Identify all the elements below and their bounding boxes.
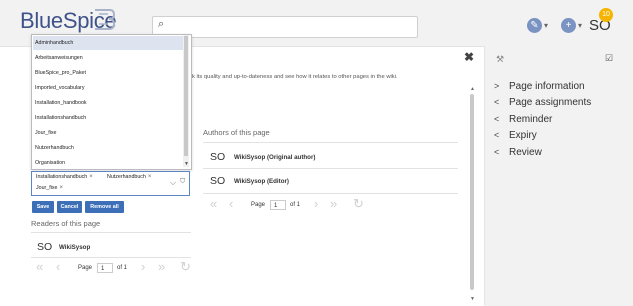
bluespice-logo-mark-icon bbox=[95, 9, 116, 30]
list-item[interactable]: Installation_handbook bbox=[35, 100, 87, 106]
prev-page-icon[interactable]: ‹ bbox=[229, 196, 233, 211]
list-item[interactable]: Adminhandbuch bbox=[35, 40, 73, 46]
sidebar-item-label: Expiry bbox=[509, 130, 537, 141]
divider bbox=[203, 142, 458, 143]
remove-tag-icon[interactable]: × bbox=[148, 174, 152, 180]
list-item[interactable]: Organisation bbox=[35, 160, 65, 166]
remove-tag-icon[interactable]: × bbox=[60, 185, 64, 191]
reader-name[interactable]: WikiSysop bbox=[59, 244, 90, 251]
sidebar-item-label: Review bbox=[509, 147, 542, 158]
chevron-left-icon: < bbox=[494, 97, 500, 107]
pager-page-label: Page bbox=[251, 202, 266, 208]
dropdown-scrollbar-thumb[interactable] bbox=[184, 36, 188, 156]
sidebar-item-reminder[interactable]: < Reminder bbox=[494, 114, 552, 125]
sidebar-item-review[interactable]: < Review bbox=[494, 147, 542, 158]
avatar: SO bbox=[210, 151, 226, 163]
last-page-icon[interactable]: » bbox=[158, 259, 165, 274]
chevron-left-icon: < bbox=[494, 130, 500, 140]
sidebar-item-page-assignments[interactable]: < Page assignments bbox=[494, 97, 591, 108]
edit-icon[interactable]: ✎ bbox=[527, 18, 542, 33]
checklist-icon[interactable]: ☑ bbox=[605, 53, 613, 64]
prev-page-icon[interactable]: ‹ bbox=[56, 259, 60, 274]
search-icon[interactable]: ⌕ bbox=[158, 18, 170, 32]
tag-label: Installationshandbuch bbox=[36, 174, 88, 180]
refresh-icon[interactable]: ↻ bbox=[180, 259, 191, 275]
list-item[interactable]: Jour_fixe bbox=[35, 130, 57, 136]
remove-tag-icon[interactable]: × bbox=[89, 174, 93, 180]
last-page-icon[interactable]: » bbox=[330, 196, 337, 211]
remove-all-button[interactable]: Remove all bbox=[85, 201, 124, 213]
sidebar-item-label: Page information bbox=[509, 81, 585, 92]
list-item[interactable]: Imported_vocabulary bbox=[35, 85, 84, 91]
wrench-icon[interactable]: ⚒ bbox=[496, 54, 504, 65]
list-item[interactable]: Nutzerhandbuch bbox=[35, 145, 74, 151]
avatar: SO bbox=[210, 175, 226, 187]
list-item[interactable]: Arbeitsanweisungen bbox=[35, 55, 83, 61]
cancel-button[interactable]: Cancel bbox=[57, 201, 82, 213]
pager-of-label: of 1 bbox=[290, 202, 301, 208]
list-item[interactable]: Installationshandbuch bbox=[35, 115, 86, 121]
page-info-description: k its quality and up-to-dateness and see… bbox=[192, 74, 398, 80]
page-number-input[interactable]: 1 bbox=[270, 200, 286, 210]
next-page-icon[interactable]: › bbox=[314, 196, 318, 211]
refresh-icon[interactable]: ↻ bbox=[353, 196, 364, 212]
tag-nutzerhandbuch: Nutzerhandbuch × bbox=[107, 174, 151, 180]
first-page-icon[interactable]: « bbox=[36, 259, 43, 274]
edit-caret-icon[interactable]: ▾ bbox=[544, 21, 548, 30]
scroll-down-icon[interactable]: ▼ bbox=[470, 296, 475, 302]
readers-title: Readers of this page bbox=[31, 219, 101, 228]
pager-page-label: Page bbox=[78, 265, 93, 271]
chevron-left-icon: < bbox=[494, 147, 500, 157]
chevron-down-icon[interactable]: ⌵ bbox=[170, 178, 176, 188]
close-icon[interactable]: ✖ bbox=[464, 50, 474, 64]
author-name[interactable]: WikiSysop (Original author) bbox=[234, 154, 315, 161]
scroll-up-icon[interactable]: ▲ bbox=[470, 86, 475, 92]
category-dropdown-list[interactable]: Adminhandbuch Arbeitsanweisungen BlueSpi… bbox=[31, 34, 192, 170]
divider bbox=[31, 257, 191, 258]
authors-title: Authors of this page bbox=[203, 128, 270, 137]
category-tree-icon[interactable]: ⛉ bbox=[180, 178, 185, 186]
sidebar-item-label: Page assignments bbox=[509, 97, 592, 108]
sidebar-item-page-information[interactable]: > Page information bbox=[494, 81, 585, 92]
notification-badge[interactable]: 10 bbox=[599, 8, 613, 22]
add-icon[interactable]: + bbox=[561, 18, 576, 33]
pager-of-label: of 1 bbox=[117, 265, 128, 271]
save-button[interactable]: Save bbox=[32, 201, 54, 213]
chevron-right-icon: > bbox=[494, 81, 500, 91]
dropdown-scroll-down-icon[interactable]: ▼ bbox=[184, 161, 189, 167]
first-page-icon[interactable]: « bbox=[210, 196, 217, 211]
list-item[interactable]: BlueSpice_pro_Paket bbox=[35, 70, 86, 76]
tag-installationshandbuch: Installationshandbuch × bbox=[36, 174, 93, 180]
next-page-icon[interactable]: › bbox=[141, 259, 145, 274]
page-number-input[interactable]: 1 bbox=[97, 263, 113, 273]
divider bbox=[203, 168, 458, 169]
tag-jour-fixe: Jour_fixe × bbox=[36, 185, 63, 191]
divider bbox=[31, 232, 191, 233]
add-caret-icon[interactable]: ▾ bbox=[578, 21, 582, 30]
tag-label: Jour_fixe bbox=[36, 185, 58, 191]
chevron-left-icon: < bbox=[494, 114, 500, 124]
main-scrollbar-thumb[interactable] bbox=[470, 94, 474, 290]
sidebar-item-label: Reminder bbox=[509, 114, 553, 125]
avatar: SO bbox=[37, 241, 53, 253]
author-name[interactable]: WikiSysop (Editor) bbox=[234, 178, 289, 185]
sidebar-item-expiry[interactable]: < Expiry bbox=[494, 130, 537, 141]
divider bbox=[203, 193, 458, 194]
tag-label: Nutzerhandbuch bbox=[107, 174, 146, 180]
